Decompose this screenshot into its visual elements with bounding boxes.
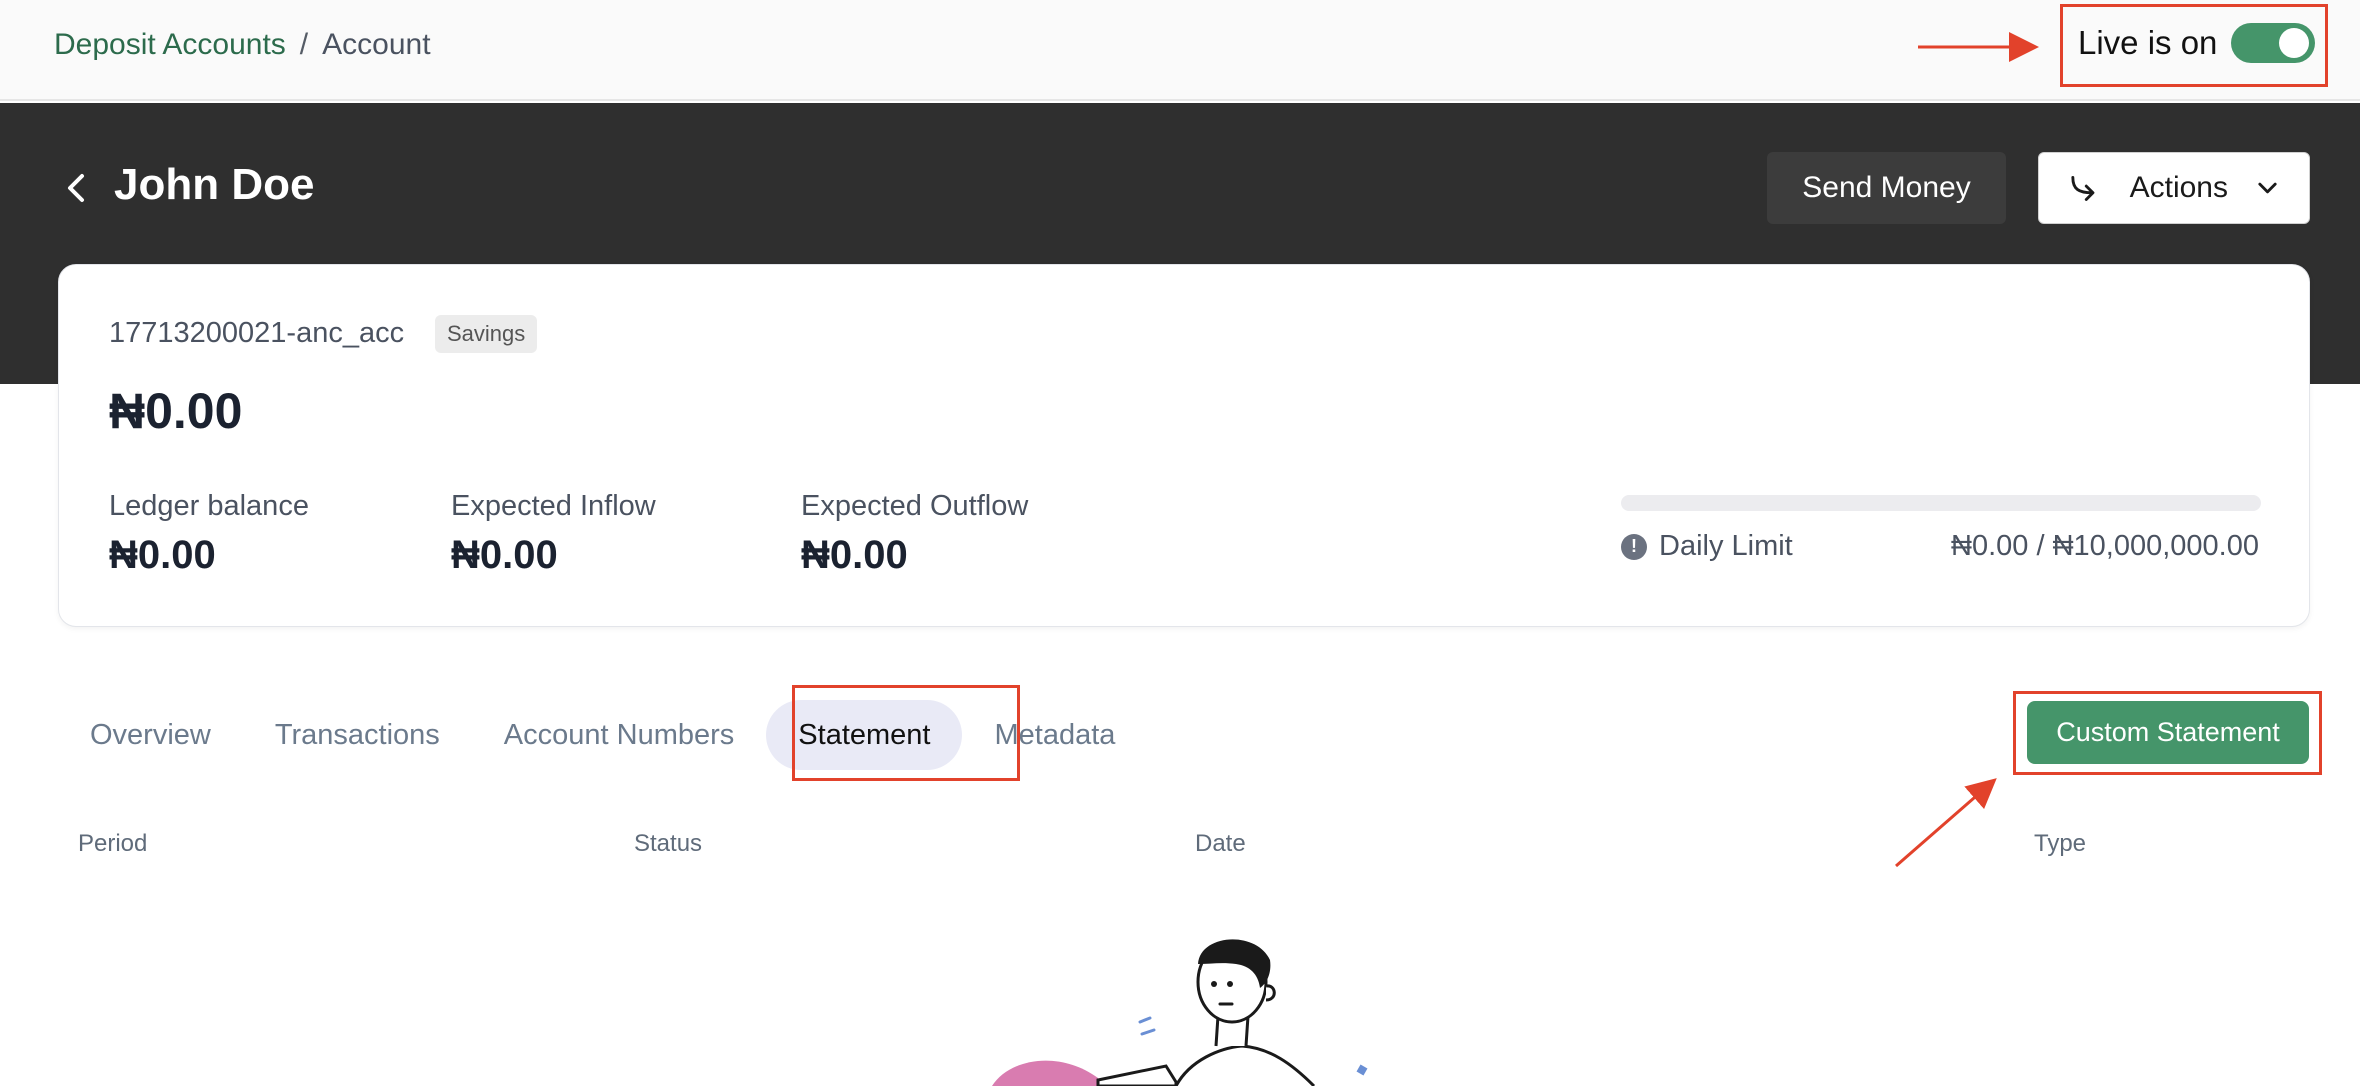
info-icon: ! [1621, 533, 1647, 560]
annotation-box-live-toggle [2060, 4, 2328, 87]
annotation-arrow-custom-statement [1895, 778, 1997, 868]
breadcrumb-current: Account [322, 28, 431, 61]
daily-limit-progress [1621, 495, 2261, 511]
column-header-period: Period [78, 830, 148, 857]
annotation-box-statement-tab [792, 685, 1020, 781]
account-id: 17713200021-anc_acc [109, 317, 405, 349]
actions-label: Actions [2129, 171, 2228, 204]
tab-overview[interactable]: Overview [58, 700, 243, 770]
expected-outflow-value: ₦0.00 [801, 533, 908, 577]
expected-inflow-label: Expected Inflow [451, 490, 656, 522]
actions-button[interactable]: Actions [2038, 152, 2310, 224]
ledger-balance-value: ₦0.00 [109, 533, 216, 577]
column-header-date: Date [1195, 830, 1246, 857]
daily-limit-info: ! Daily Limit [1621, 530, 1793, 563]
chevron-down-icon [2258, 182, 2277, 194]
chevron-left-icon[interactable] [62, 168, 92, 208]
account-type-badge: Savings [435, 315, 538, 353]
column-header-type: Type [2034, 830, 2087, 857]
expected-outflow: Expected Outflow ₦0.00 [801, 490, 1028, 578]
ledger-balance-label: Ledger balance [109, 490, 309, 522]
daily-limit-value: ₦0.00 / ₦10,000,000.00 [1951, 530, 2259, 562]
share-arrow-icon [2071, 176, 2095, 201]
account-summary-card: 17713200021-anc_acc Savings ₦0.00 Ledger… [58, 264, 2310, 627]
ledger-balance: Ledger balance ₦0.00 [109, 490, 309, 578]
expected-inflow: Expected Inflow ₦0.00 [451, 490, 656, 578]
breadcrumb-separator: / [299, 28, 309, 61]
page-title: John Doe [114, 160, 315, 209]
available-balance: ₦0.00 [109, 383, 243, 439]
tab-transactions[interactable]: Transactions [243, 700, 472, 770]
expected-outflow-label: Expected Outflow [801, 490, 1029, 522]
tab-account-numbers[interactable]: Account Numbers [472, 700, 767, 770]
send-money-button[interactable]: Send Money [1767, 152, 2006, 224]
annotation-box-custom-statement [2013, 691, 2322, 775]
top-bar: Deposit Accounts / Account Live is on [0, 0, 2360, 101]
breadcrumb-deposit-accounts[interactable]: Deposit Accounts [54, 28, 286, 62]
empty-state-illustration [992, 939, 1368, 1086]
expected-inflow-value: ₦0.00 [451, 533, 558, 577]
column-header-status: Status [634, 830, 703, 857]
breadcrumb: Deposit Accounts / Account [54, 28, 431, 62]
daily-limit-label: Daily Limit [1659, 530, 1793, 562]
